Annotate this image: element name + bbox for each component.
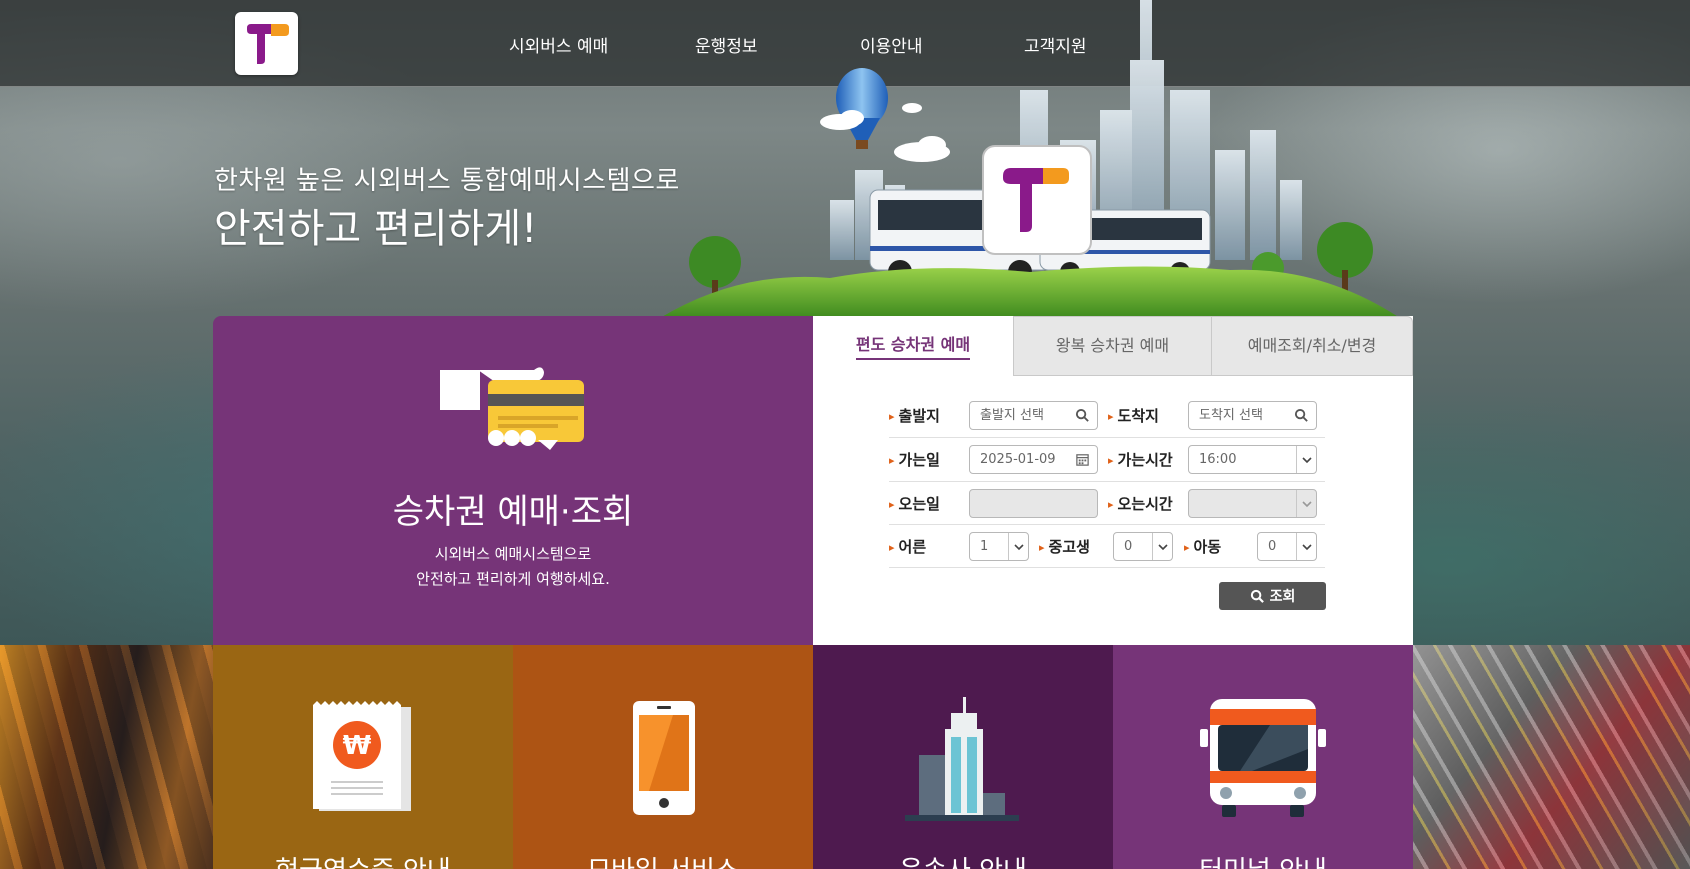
mobile-phone-icon [633, 701, 695, 815]
hero-title: 안전하고 편리하게! [214, 206, 538, 252]
departure-label: ▸ 출발지 [889, 407, 940, 425]
child-count-select[interactable]: 0 [1257, 532, 1317, 561]
booking-panel-description: 시외버스 예매시스템으로 안전하고 편리하게 여행하세요. [213, 542, 813, 592]
tab-round-trip[interactable]: 왕복 승차권 예매 [1013, 316, 1212, 376]
tab-lookup-cancel[interactable]: 예매조회/취소/변경 [1211, 316, 1413, 376]
adult-count-select[interactable]: 1 [969, 532, 1029, 561]
receipt-won-icon: ₩ [313, 701, 411, 811]
booking-desc-line1: 시외버스 예매시스템으로 [434, 545, 592, 563]
arrival-select[interactable]: 도착지 선택 [1188, 401, 1317, 430]
adult-label: ▸ 어른 [889, 538, 927, 556]
student-count-value: 0 [1124, 539, 1133, 554]
chevron-down-icon [1296, 533, 1316, 560]
go-time-select[interactable]: 16:00 [1188, 445, 1317, 474]
chevron-right-icon: ▸ [889, 498, 895, 511]
tile-mobile-service-label: 모바일 서비스 [513, 850, 813, 869]
return-date-label: ▸ 오는일 [889, 495, 940, 513]
chevron-down-icon [1152, 533, 1172, 560]
chevron-down-icon [1296, 490, 1316, 517]
chevron-right-icon: ▸ [889, 454, 895, 467]
departure-placeholder: 출발지 선택 [980, 408, 1044, 423]
city-bus-illustration [660, 0, 1400, 318]
chevron-down-icon [1008, 533, 1028, 560]
child-label: ▸ 아동 [1184, 538, 1222, 556]
search-icon [1250, 589, 1264, 603]
search-button[interactable]: 조회 [1219, 582, 1326, 610]
row-divider [889, 437, 1325, 438]
street-photo-left [0, 645, 213, 869]
return-time-select[interactable] [1188, 489, 1317, 518]
svg-text:₩: ₩ [343, 731, 372, 761]
chevron-right-icon: ▸ [1108, 410, 1114, 423]
nav-intercity-booking[interactable]: 시외버스 예매 [509, 32, 608, 57]
t-logo-icon [247, 24, 289, 64]
tile-terminal-info[interactable]: 터미널 안내 [1113, 645, 1413, 869]
go-time-value: 16:00 [1199, 452, 1237, 467]
tile-cash-receipt[interactable]: ₩ 현금영수증 안내 [213, 645, 513, 869]
departure-select[interactable]: 출발지 선택 [969, 401, 1098, 430]
chevron-right-icon: ▸ [1039, 541, 1045, 554]
tab-one-way-label: 편도 승차권 예매 [855, 335, 971, 360]
bus-front-icon [1200, 699, 1326, 817]
chevron-right-icon: ▸ [889, 541, 895, 554]
student-count-select[interactable]: 0 [1113, 532, 1173, 561]
search-icon [1294, 408, 1308, 422]
go-time-label: ▸ 가는시간 [1108, 451, 1173, 469]
t-money-logo[interactable] [235, 12, 298, 75]
chevron-right-icon: ▸ [1184, 541, 1190, 554]
bus-logo-block [982, 145, 1092, 255]
booking-panel-title: 승차권 예매·조회 [392, 492, 634, 532]
go-date-label: ▸ 가는일 [889, 451, 940, 469]
tile-terminal-info-label: 터미널 안내 [1113, 850, 1413, 869]
hero-subtitle: 한차원 높은 시외버스 통합예매시스템으로 [214, 166, 680, 196]
row-divider [889, 567, 1325, 568]
tab-lookup-cancel-label: 예매조회/취소/변경 [1247, 336, 1377, 355]
return-time-label: ▸ 오는시간 [1108, 495, 1173, 513]
chevron-right-icon: ▸ [1108, 498, 1114, 511]
tab-round-trip-label: 왕복 승차권 예매 [1055, 336, 1170, 355]
chevron-down-icon [1296, 446, 1316, 473]
return-date-input[interactable] [969, 489, 1098, 518]
hand-card-icon [440, 367, 584, 450]
street-photo-right [1413, 645, 1690, 869]
booking-desc-line2: 안전하고 편리하게 여행하세요. [416, 570, 610, 588]
go-date-input[interactable]: 2025-01-09 [969, 445, 1098, 474]
search-button-label: 조회 [1269, 589, 1296, 605]
tile-cash-receipt-label: 현금영수증 안내 [213, 850, 513, 869]
child-count-value: 0 [1268, 539, 1277, 554]
student-label: ▸ 중고생 [1039, 538, 1090, 556]
arrival-placeholder: 도착지 선택 [1199, 408, 1263, 423]
row-divider [889, 524, 1325, 525]
hot-air-balloon [836, 68, 888, 149]
go-date-value: 2025-01-09 [980, 452, 1056, 467]
row-divider [889, 481, 1325, 482]
tab-one-way[interactable]: 편도 승차권 예매 [813, 316, 1013, 376]
search-icon [1075, 408, 1089, 422]
arrival-label: ▸ 도착지 [1108, 407, 1159, 425]
chevron-right-icon: ▸ [889, 410, 895, 423]
tile-mobile-service[interactable]: 모바일 서비스 [513, 645, 813, 869]
adult-count-value: 1 [980, 539, 989, 554]
building-icon [905, 697, 1019, 821]
tile-carrier-info-label: 운송사 안내 [813, 850, 1113, 869]
calendar-icon [1076, 454, 1089, 466]
chevron-right-icon: ▸ [1108, 454, 1114, 467]
tile-carrier-info[interactable]: 운송사 안내 [813, 645, 1113, 869]
